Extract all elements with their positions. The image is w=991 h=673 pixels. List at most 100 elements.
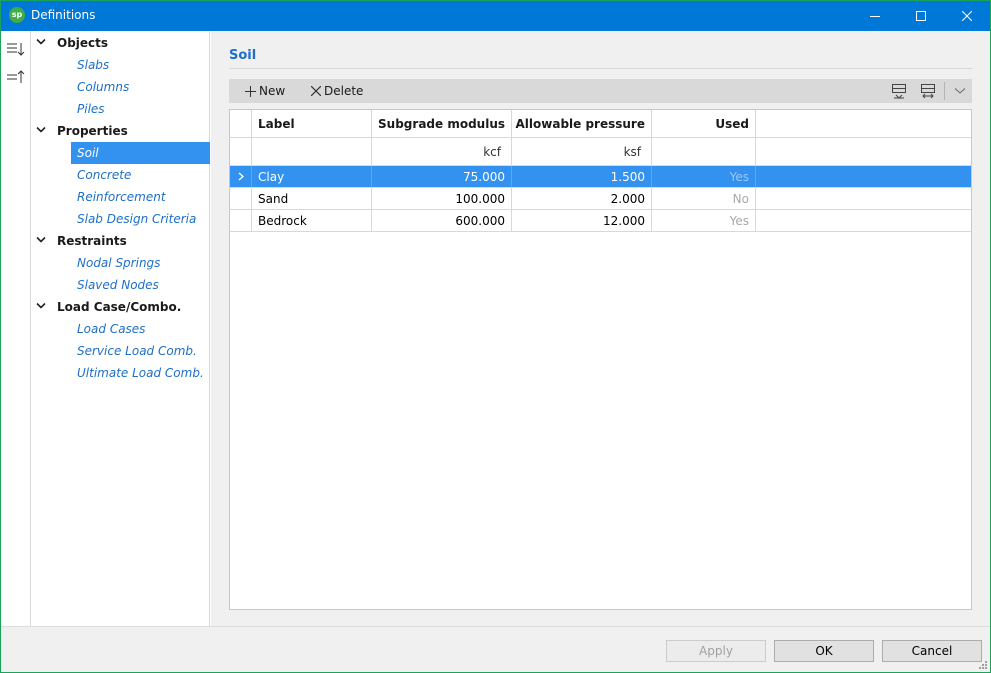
table-row[interactable]: Sand 100.000 2.000 No	[230, 188, 971, 210]
tree-group-restraints[interactable]: Restraints	[31, 230, 210, 252]
chevron-down-icon	[36, 302, 46, 309]
tree-item-reinforcement[interactable]: Reinforcement	[31, 186, 210, 208]
tree-group-label: Properties	[57, 124, 128, 138]
new-button-label: New	[259, 84, 286, 98]
tree-item-nodal-springs[interactable]: Nodal Springs	[31, 252, 210, 274]
app-logo-icon: sp	[9, 7, 25, 23]
delete-button-label: Delete	[324, 84, 364, 98]
tree-item-slabs[interactable]: Slabs	[31, 54, 210, 76]
content-panel: Soil New Delete Label Subgrade modulus A…	[211, 31, 990, 626]
fit-row-height-icon	[892, 84, 906, 99]
chevron-down-icon	[954, 88, 966, 94]
tree-item-concrete[interactable]: Concrete	[31, 164, 210, 186]
table-row[interactable]: Bedrock 600.000 12.000 Yes	[230, 210, 971, 232]
definitions-window: sp Definitions Objects Slabs Columns Pil…	[0, 0, 991, 673]
column-header-label[interactable]: Label	[252, 110, 372, 137]
cell-label[interactable]: Sand	[252, 188, 372, 209]
row-selector[interactable]	[230, 188, 252, 209]
tree-group-label: Objects	[57, 36, 109, 50]
new-button[interactable]: New	[245, 79, 285, 103]
tree-item-service-load-comb[interactable]: Service Load Comb.	[31, 340, 210, 362]
minimize-icon	[870, 16, 880, 17]
close-icon	[962, 11, 972, 21]
tree-item-label: Load Cases	[77, 322, 146, 336]
apply-button[interactable]: Apply	[666, 640, 766, 662]
chevron-down-icon	[36, 126, 46, 133]
resize-grip-icon[interactable]	[978, 660, 988, 670]
row-selector[interactable]	[230, 210, 252, 231]
dialog-footer: Apply OK Cancel	[1, 626, 990, 672]
tree-tool-strip	[1, 31, 31, 626]
tree-item-columns[interactable]: Columns	[31, 76, 210, 98]
row-selector-header	[230, 110, 252, 137]
column-header-subgrade-modulus[interactable]: Subgrade modulus	[372, 110, 512, 137]
row-selector[interactable]	[230, 166, 252, 187]
grid-units-row: kcf ksf	[230, 138, 971, 166]
window-title: Definitions	[31, 8, 96, 22]
sort-descending-icon	[7, 43, 25, 56]
table-row[interactable]: Clay 75.000 1.500 Yes	[230, 166, 971, 188]
expand-all-button[interactable]	[5, 38, 27, 60]
chevron-down-icon	[36, 38, 46, 45]
tree-item-label: Service Load Comb.	[77, 344, 197, 358]
tree-group-objects[interactable]: Objects	[31, 32, 210, 54]
tree-item-label: Slab Design Criteria	[77, 212, 197, 226]
grid-header-row: Label Subgrade modulus Allowable pressur…	[230, 110, 971, 138]
tree-item-slaved-nodes[interactable]: Slaved Nodes	[31, 274, 210, 296]
tree-item-label: Concrete	[77, 168, 132, 182]
title-bar[interactable]: sp Definitions	[1, 1, 990, 31]
tree-item-soil[interactable]: Soil	[31, 142, 210, 164]
tree-item-label: Soil	[77, 146, 99, 160]
cancel-button[interactable]: Cancel	[882, 640, 982, 662]
tree-item-label: Slaved Nodes	[77, 278, 159, 292]
units-cell	[652, 138, 756, 165]
plus-icon	[245, 85, 256, 97]
cell-allowable-pressure[interactable]: 1.500	[512, 166, 652, 187]
cell-label[interactable]: Clay	[252, 166, 372, 187]
cell-used: No	[652, 188, 756, 209]
tree-group-properties[interactable]: Properties	[31, 120, 210, 142]
fit-column-width-icon	[921, 84, 935, 99]
tree-item-label: Reinforcement	[77, 190, 166, 204]
column-header-allowable-pressure[interactable]: Allowable pressure	[512, 110, 652, 137]
units-cell: kcf	[372, 138, 512, 165]
close-button[interactable]	[944, 1, 990, 31]
tree-item-slab-design-criteria[interactable]: Slab Design Criteria	[31, 208, 210, 230]
tree-item-label: Columns	[77, 80, 130, 94]
sort-ascending-icon	[7, 70, 25, 83]
tree-item-label: Slabs	[77, 58, 110, 72]
tree-item-piles[interactable]: Piles	[31, 98, 210, 120]
fit-columns-button[interactable]	[916, 81, 940, 101]
grid-toolbar: New Delete	[229, 79, 972, 103]
column-header-used[interactable]: Used	[652, 110, 756, 137]
tree-group-load-case-combo[interactable]: Load Case/Combo.	[31, 296, 210, 318]
cell-label[interactable]: Bedrock	[252, 210, 372, 231]
tree-item-load-cases[interactable]: Load Cases	[31, 318, 210, 340]
tree-item-label: Ultimate Load Comb.	[77, 366, 204, 380]
ok-button[interactable]: OK	[774, 640, 874, 662]
row-selector	[230, 138, 252, 165]
fit-rows-button[interactable]	[887, 81, 911, 101]
maximize-icon	[916, 11, 926, 21]
cell-subgrade-modulus[interactable]: 75.000	[372, 166, 512, 187]
chevron-down-icon	[36, 236, 46, 243]
tree-group-label: Restraints	[57, 234, 127, 248]
delete-button[interactable]: Delete	[311, 79, 363, 103]
cell-subgrade-modulus[interactable]: 600.000	[372, 210, 512, 231]
toolbar-separator	[944, 82, 945, 100]
collapse-all-button[interactable]	[5, 66, 27, 88]
section-title: Soil	[229, 48, 257, 63]
units-cell: ksf	[512, 138, 652, 165]
minimize-button[interactable]	[852, 1, 898, 31]
tree-item-ultimate-load-comb[interactable]: Ultimate Load Comb.	[31, 362, 210, 384]
cell-allowable-pressure[interactable]: 2.000	[512, 188, 652, 209]
cell-subgrade-modulus[interactable]: 100.000	[372, 188, 512, 209]
units-cell	[252, 138, 372, 165]
navigation-tree: Objects Slabs Columns Piles Properties S…	[31, 31, 210, 626]
cell-used: Yes	[652, 166, 756, 187]
tree-group-label: Load Case/Combo.	[57, 300, 182, 314]
maximize-button[interactable]	[898, 1, 944, 31]
cell-allowable-pressure[interactable]: 12.000	[512, 210, 652, 231]
toolbar-overflow-button[interactable]	[948, 81, 972, 101]
title-divider	[229, 68, 972, 69]
